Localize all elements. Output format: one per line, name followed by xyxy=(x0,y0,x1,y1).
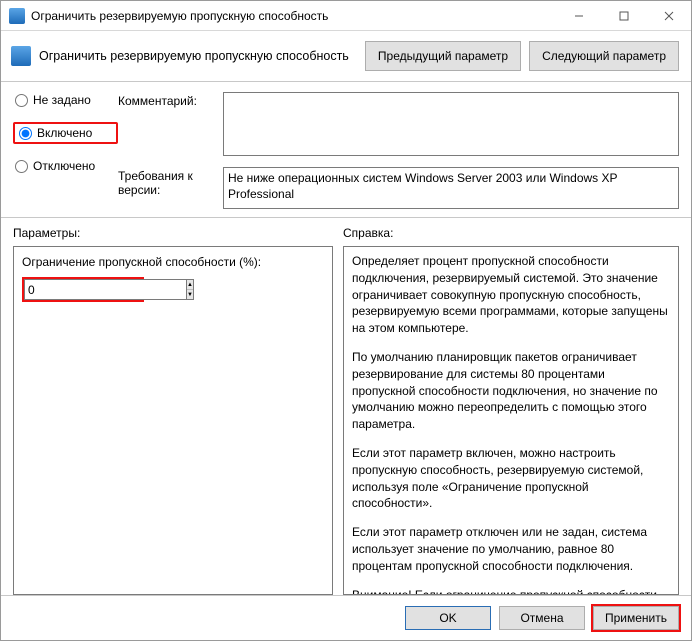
header: Ограничить резервируемую пропускную спос… xyxy=(1,31,691,82)
help-paragraph: Если этот параметр включен, можно настро… xyxy=(352,445,670,512)
help-paragraph: Внимание! Если ограничение пропускной сп… xyxy=(352,587,670,595)
bandwidth-limit-spinner: ▲ ▼ xyxy=(22,277,144,302)
bandwidth-limit-input[interactable] xyxy=(24,279,186,300)
policy-config-section: Не задано Включено Отключено Комментарий… xyxy=(1,82,691,218)
requirements-text: Не ниже операционных систем Windows Serv… xyxy=(223,167,679,209)
cancel-button[interactable]: Отмена xyxy=(499,606,585,630)
radio-disabled-input[interactable] xyxy=(15,160,28,173)
previous-setting-button[interactable]: Предыдущий параметр xyxy=(365,41,521,71)
radio-enabled[interactable]: Включено xyxy=(13,122,118,144)
lower-panes: Ограничение пропускной способности (%): … xyxy=(13,246,679,595)
policy-metadata: Комментарий: Требования к версии: Не ниж… xyxy=(118,92,679,209)
requirements-label: Требования к версии: xyxy=(118,167,223,209)
spinner-buttons: ▲ ▼ xyxy=(186,279,194,300)
comment-label: Комментарий: xyxy=(118,92,223,159)
maximize-button[interactable] xyxy=(601,1,646,31)
titlebar: Ограничить резервируемую пропускную спос… xyxy=(1,1,691,31)
state-radios: Не задано Включено Отключено xyxy=(13,92,118,209)
app-icon xyxy=(9,8,25,24)
help-paragraph: Определяет процент пропускной способност… xyxy=(352,253,670,337)
comment-row: Комментарий: xyxy=(118,92,679,159)
lower-headings: Параметры: Справка: xyxy=(13,226,679,240)
radio-enabled-label: Включено xyxy=(37,126,92,140)
header-title: Ограничить резервируемую пропускную спос… xyxy=(39,49,357,63)
radio-not-configured[interactable]: Не задано xyxy=(13,92,118,108)
lower-section: Параметры: Справка: Ограничение пропускн… xyxy=(1,218,691,595)
spinner-down-button[interactable]: ▼ xyxy=(187,290,193,299)
parameters-heading: Параметры: xyxy=(13,226,343,240)
radio-disabled[interactable]: Отключено xyxy=(13,158,118,174)
bandwidth-limit-label: Ограничение пропускной способности (%): xyxy=(22,255,324,269)
minimize-button[interactable] xyxy=(556,1,601,31)
radio-disabled-label: Отключено xyxy=(33,159,95,173)
requirements-row: Требования к версии: Не ниже операционны… xyxy=(118,167,679,209)
comment-textarea[interactable] xyxy=(223,92,679,156)
gpo-editor-window: Ограничить резервируемую пропускную спос… xyxy=(0,0,692,641)
radio-not-configured-label: Не задано xyxy=(33,93,91,107)
next-setting-button[interactable]: Следующий параметр xyxy=(529,41,679,71)
spinner-up-button[interactable]: ▲ xyxy=(187,280,193,290)
apply-button[interactable]: Применить xyxy=(593,606,679,630)
help-pane[interactable]: Определяет процент пропускной способност… xyxy=(343,246,679,595)
footer: OK Отмена Применить xyxy=(1,595,691,640)
ok-button[interactable]: OK xyxy=(405,606,491,630)
radio-not-configured-input[interactable] xyxy=(15,94,28,107)
parameters-pane: Ограничение пропускной способности (%): … xyxy=(13,246,333,595)
radio-enabled-input[interactable] xyxy=(19,127,32,140)
close-button[interactable] xyxy=(646,1,691,31)
window-title: Ограничить резервируемую пропускную спос… xyxy=(31,9,556,23)
policy-icon xyxy=(11,46,31,66)
help-paragraph: По умолчанию планировщик пакетов огранич… xyxy=(352,349,670,433)
help-paragraph: Если этот параметр отключен или не задан… xyxy=(352,524,670,574)
help-heading: Справка: xyxy=(343,226,679,240)
